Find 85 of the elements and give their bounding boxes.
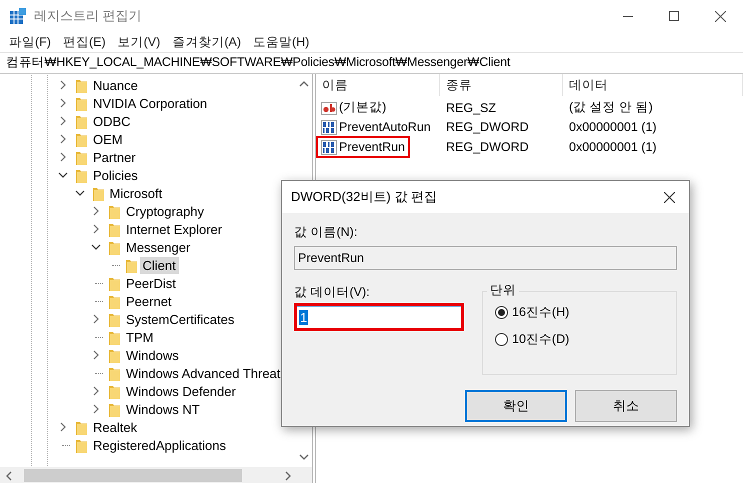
string-value-icon [321, 100, 337, 116]
tree-item[interactable]: Internet Explorer [123, 220, 226, 238]
radio-label[interactable]: 16진수(H) [512, 304, 570, 321]
field-label: 값 이름(N): [294, 224, 358, 241]
tree-item[interactable]: SystemCertificates [123, 310, 238, 328]
tree-item[interactable]: Microsoft [106, 184, 166, 202]
menu-item[interactable]: 파일(F) [3, 34, 57, 50]
tree-item[interactable]: Peernet [123, 292, 175, 310]
folder-icon [109, 348, 120, 362]
folder-icon [109, 276, 120, 290]
tree-item[interactable]: OEM [90, 130, 126, 148]
tree-item[interactable]: Policies [90, 166, 141, 184]
folder-icon [76, 438, 87, 452]
radio-button[interactable] [495, 306, 508, 319]
menu-item[interactable]: 즐겨찾기(A) [166, 34, 247, 50]
folder-icon [92, 186, 104, 200]
binary-value-icon [321, 139, 337, 155]
value-type: REG_SZ [445, 100, 498, 114]
tree-item[interactable]: Realtek [90, 418, 140, 436]
field-label: 값 데이터(V): [294, 284, 371, 301]
folder-icon [126, 258, 136, 272]
folder-icon [76, 150, 87, 164]
tree-item[interactable]: Nuance [90, 76, 141, 94]
dialog-button[interactable]: 확인 [465, 390, 567, 422]
tree-item[interactable]: Cryptography [123, 202, 208, 220]
tree-item[interactable]: Windows Defender [123, 382, 239, 400]
menu-item[interactable]: 보기(V) [112, 34, 166, 50]
value-data: 0x00000001 (1) [568, 120, 658, 134]
radio-button[interactable] [495, 333, 508, 346]
folder-icon [109, 204, 120, 218]
maximize-icon [669, 11, 679, 21]
radio-label[interactable]: 10진수(D) [512, 331, 570, 348]
menu-item[interactable]: 편집(E) [56, 34, 112, 50]
folder-icon [109, 312, 120, 326]
radio-option[interactable]: 16진수(H) [495, 304, 570, 321]
folder-icon [76, 96, 87, 110]
close-icon [664, 192, 674, 202]
folder-icon [109, 366, 120, 380]
folder-icon [76, 114, 87, 128]
value-name[interactable]: PreventRun [339, 140, 406, 154]
address-field[interactable]: 컴퓨터₩HKEY_LOCAL_MACHINE₩SOFTWARE₩Policies₩Microsoft₩Messenger₩Client [0, 53, 743, 72]
folder-icon [109, 402, 120, 416]
column-header[interactable]: 종류 [440, 74, 563, 96]
value-type: REG_DWORD [445, 120, 530, 134]
folder-icon [76, 78, 87, 92]
folder-icon [76, 132, 87, 146]
scroll-down-icon[interactable] [298, 454, 308, 461]
tree-item[interactable]: RegisteredApplications [90, 436, 229, 454]
scroll-up-icon[interactable] [298, 80, 308, 87]
value-data: (값 설정 안 됨) [568, 99, 654, 116]
value-type: REG_DWORD [445, 140, 530, 154]
tree-item[interactable]: Windows [123, 346, 182, 364]
folder-icon [76, 420, 87, 434]
tree-item[interactable]: Windows NT [123, 400, 203, 418]
radio-option[interactable]: 10진수(D) [495, 331, 570, 348]
menu-item[interactable]: 도움말(H) [246, 34, 316, 50]
folder-icon [109, 330, 120, 344]
close-icon [714, 10, 726, 22]
value-data-field[interactable]: 1 [294, 303, 464, 331]
folder-icon [109, 222, 120, 236]
window-title: 레지스트리 편집기 [34, 7, 142, 25]
tree-item[interactable]: Client [140, 256, 179, 274]
tree-item[interactable]: Messenger [123, 238, 194, 256]
tree-item[interactable]: Partner [90, 148, 139, 166]
column-header[interactable]: 이름 [316, 74, 440, 96]
tree-item[interactable]: ODBC [90, 112, 134, 130]
folder-icon [109, 384, 120, 398]
folder-icon [109, 240, 120, 254]
dialog-title: DWORD(32비트) 값 편집 [291, 188, 438, 206]
value-name-field[interactable]: PreventRun [294, 246, 677, 270]
tree-item[interactable]: PeerDist [123, 274, 179, 292]
app-icon [10, 8, 26, 24]
value-data: 0x00000001 (1) [568, 140, 658, 154]
column-header[interactable]: 데이터 [563, 74, 743, 96]
dialog-button[interactable]: 취소 [575, 390, 677, 422]
folder-icon [109, 294, 120, 308]
group-label: 단위 [487, 282, 519, 299]
tree-item[interactable]: TPM [123, 328, 156, 346]
binary-value-icon [321, 119, 337, 135]
scrollbar-thumb[interactable] [24, 469, 242, 482]
tree-item[interactable]: Windows Advanced Threat [123, 364, 284, 382]
tree-item[interactable]: NVIDIA Corporation [90, 94, 210, 112]
value-name[interactable]: PreventAutoRun [339, 120, 431, 134]
value-name[interactable]: (기본값) [339, 99, 386, 116]
folder-icon [76, 168, 87, 182]
